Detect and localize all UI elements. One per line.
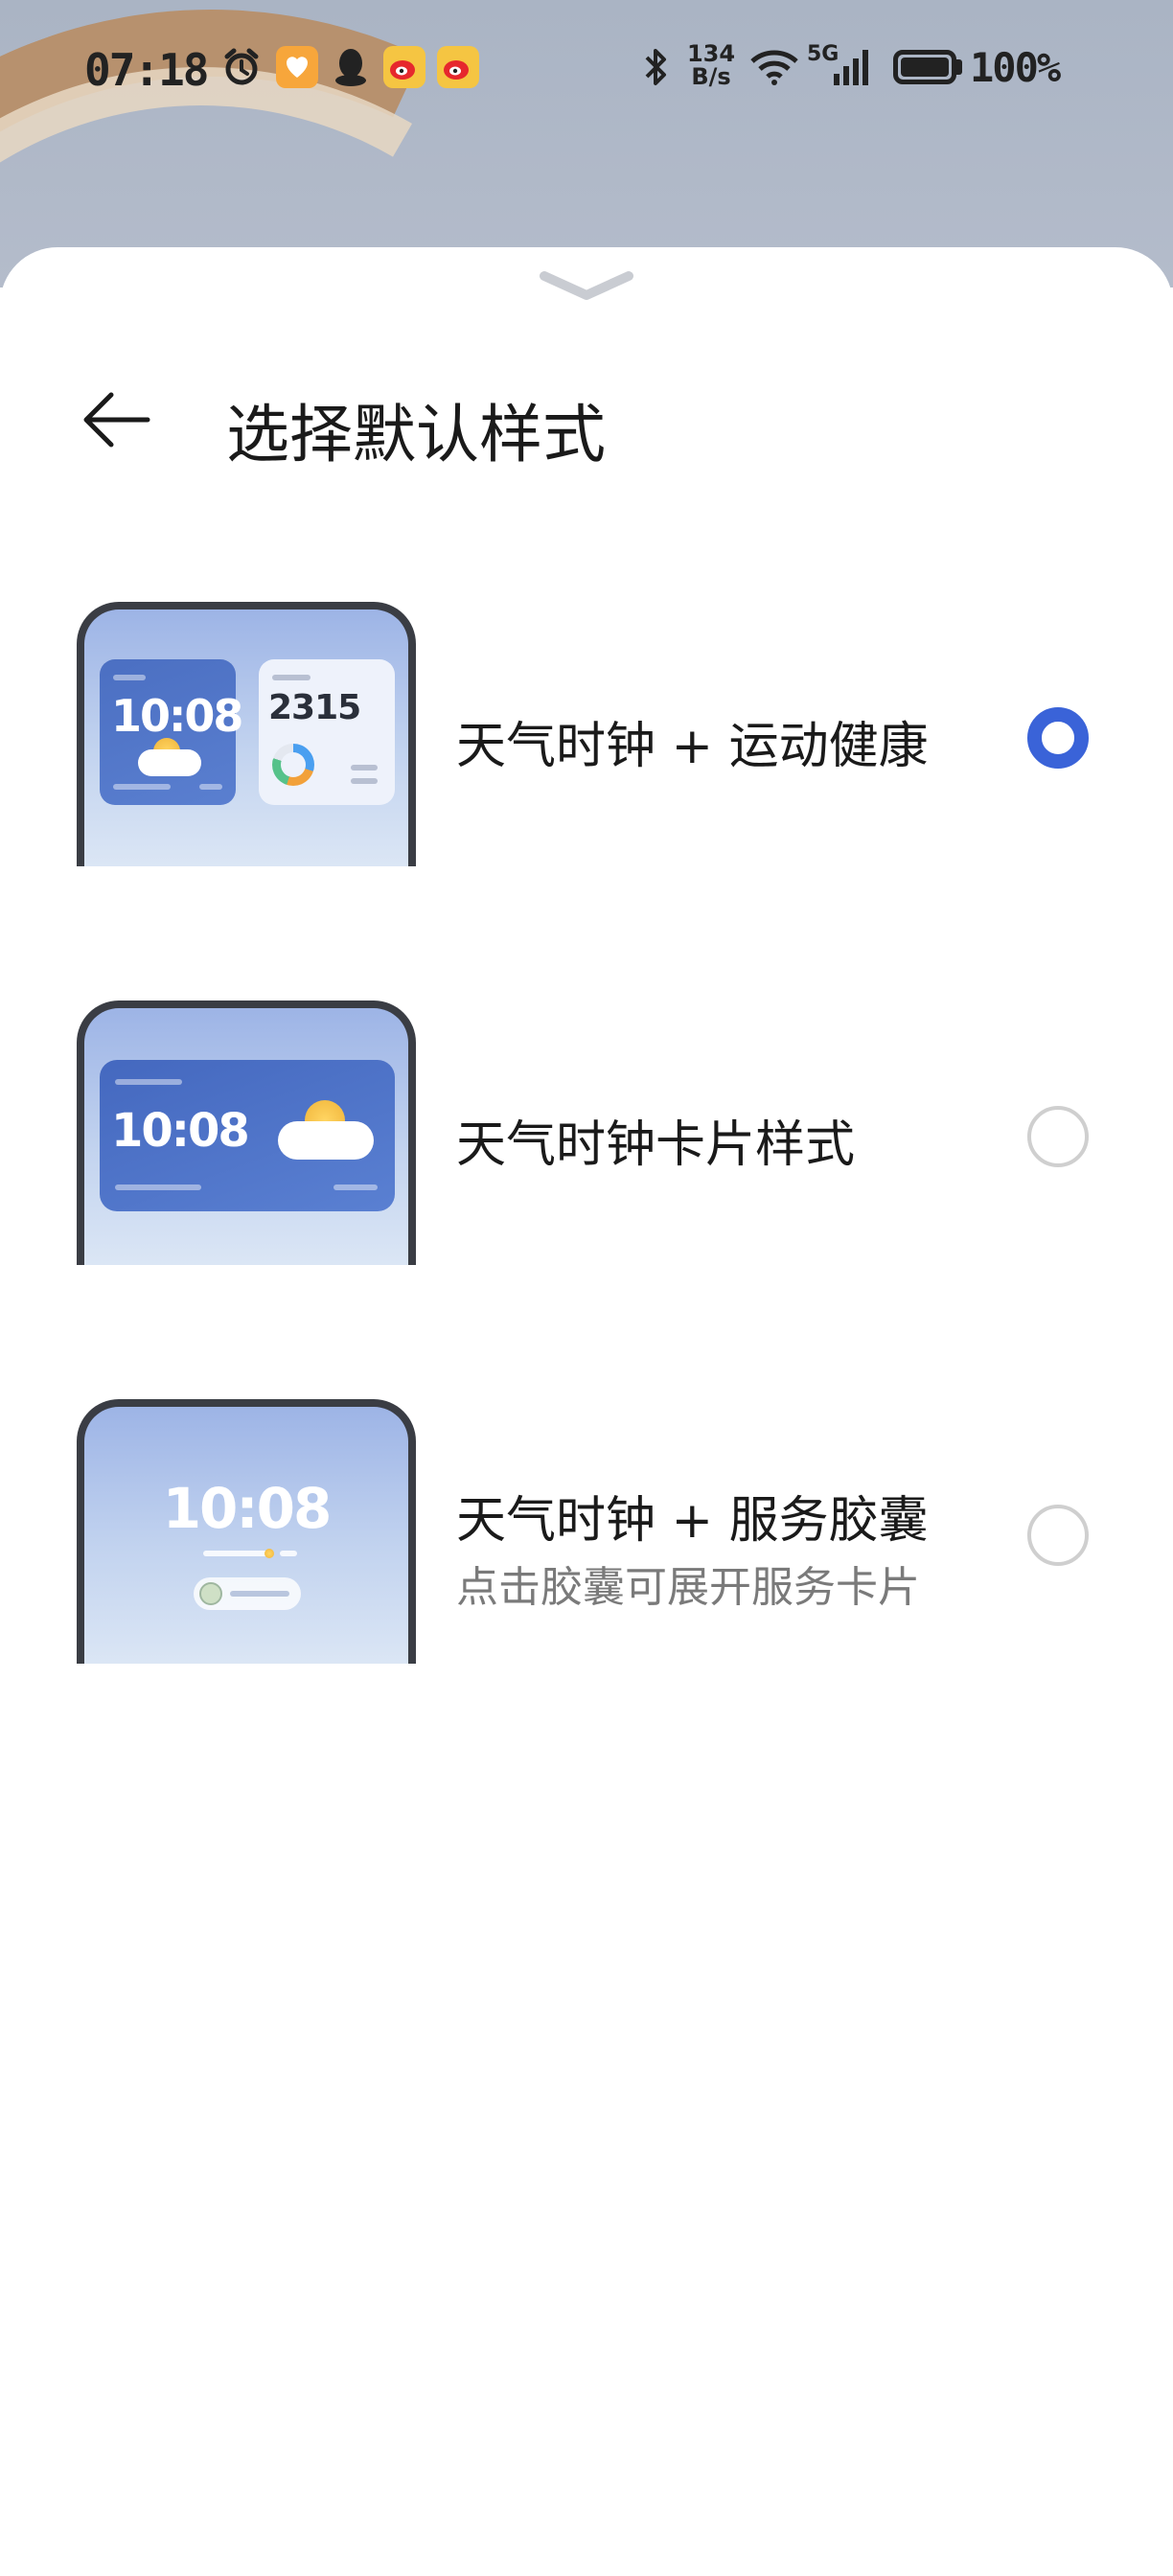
preview-weather-health: 10:08 2315 <box>77 602 416 866</box>
sheet-collapse-handle[interactable] <box>537 266 636 305</box>
battery-percent: 100% <box>970 44 1061 91</box>
net-speed: 134 B/s <box>684 42 738 88</box>
back-button[interactable] <box>79 389 155 450</box>
cloud-icon <box>138 749 201 776</box>
preview-bar <box>113 784 171 790</box>
preview-steps: 2315 <box>268 688 361 727</box>
service-capsule <box>194 1577 301 1610</box>
status-bar: 07:18 134 B/s 5G 100% <box>0 38 1173 104</box>
preview-clock-time: 10:08 <box>111 690 243 742</box>
sun-icon <box>264 1549 274 1558</box>
style-option-weather-card[interactable]: 10:08 天气时钟卡片样式 <box>0 1000 1173 1288</box>
activity-ring-icon <box>272 744 314 786</box>
preview-weather-card: 10:08 <box>77 1000 416 1265</box>
preview-weather-capsule: 10:08 <box>77 1399 416 1664</box>
app-badge-icon <box>276 46 318 88</box>
signal-icon <box>830 46 878 88</box>
preview-bar <box>351 778 378 784</box>
preview-health-widget: 2315 <box>259 659 395 805</box>
preview-bar <box>334 1184 378 1190</box>
option-label: 天气时钟 + 服务胶囊 <box>456 1492 929 1550</box>
preview-bar <box>280 1551 297 1556</box>
net-speed-value: 134 <box>686 40 736 67</box>
style-option-weather-health[interactable]: 10:08 2315 天气时钟 + 运动健康 <box>0 602 1173 889</box>
battery-icon <box>893 50 956 84</box>
preview-bar <box>351 765 378 770</box>
qq-icon <box>330 46 372 88</box>
bluetooth-icon <box>634 46 677 88</box>
battery-fill <box>901 58 949 77</box>
option-subtitle: 点击胶囊可展开服务卡片 <box>456 1563 920 1612</box>
radio-selected[interactable] <box>1027 707 1089 769</box>
back-arrow-icon <box>83 392 150 448</box>
preview-bar <box>115 1184 201 1190</box>
page-title: 选择默认样式 <box>226 398 606 472</box>
alarm-icon <box>220 46 263 88</box>
chevron-down-icon <box>540 271 633 300</box>
preview-bar <box>113 675 146 680</box>
activity-ring-hole <box>281 752 306 777</box>
preview-clock-widget: 10:08 <box>100 659 243 805</box>
style-picker-sheet: 选择默认样式 10:08 2315 天气时钟 + 运动健康 10:08 天气时钟… <box>0 247 1173 2576</box>
preview-bar <box>115 1079 182 1085</box>
option-label: 天气时钟 + 运动健康 <box>456 718 929 775</box>
preview-bar <box>199 784 222 790</box>
status-time: 07:18 <box>84 44 209 96</box>
weibo-icon <box>383 46 426 88</box>
capsule-app-icon <box>199 1582 222 1605</box>
radio-unselected[interactable] <box>1027 1505 1089 1566</box>
preview-weather-card-widget: 10:08 <box>100 1060 395 1211</box>
radio-unselected[interactable] <box>1027 1106 1089 1167</box>
net-speed-unit: B/s <box>691 63 731 90</box>
weibo-icon <box>437 46 479 88</box>
cloud-icon <box>278 1121 374 1160</box>
preview-bar <box>272 675 310 680</box>
sheet-header: 选择默认样式 <box>0 362 1173 477</box>
wifi-icon <box>748 46 801 88</box>
battery-tip <box>956 59 962 75</box>
preview-clock-time: 10:08 <box>162 1476 333 1541</box>
preview-bar <box>203 1551 270 1556</box>
preview-clock-time: 10:08 <box>111 1104 250 1158</box>
style-option-weather-capsule[interactable]: 10:08 天气时钟 + 服务胶囊 点击胶囊可展开服务卡片 <box>0 1399 1173 1687</box>
capsule-bar <box>230 1591 289 1597</box>
option-label: 天气时钟卡片样式 <box>456 1116 856 1174</box>
